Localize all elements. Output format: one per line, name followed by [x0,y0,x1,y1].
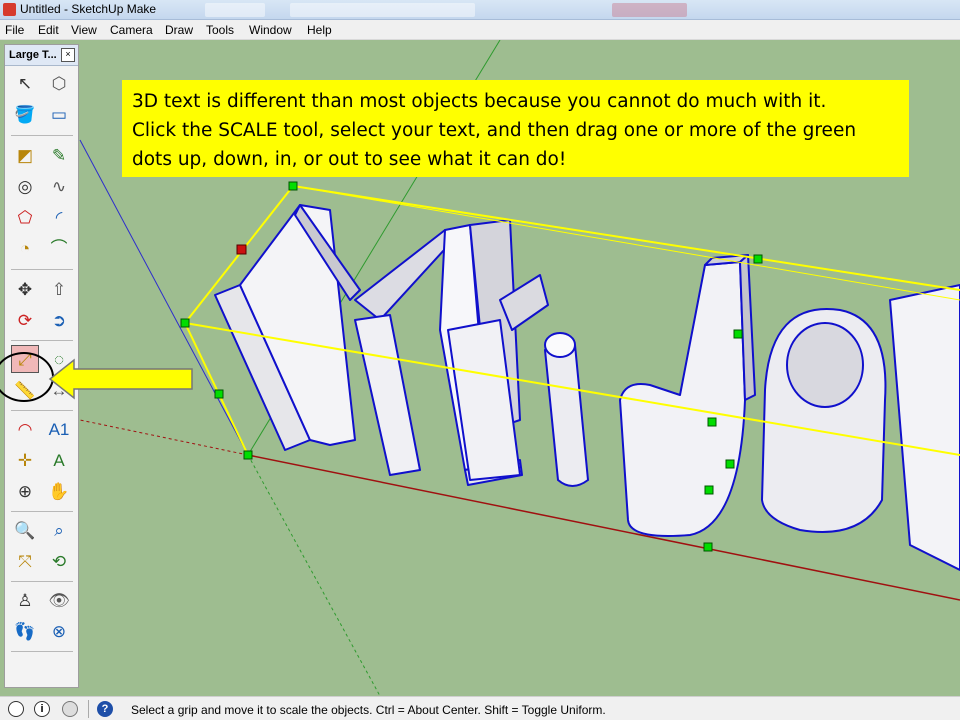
pie-tool-icon[interactable]: ◔ [11,234,39,262]
rectangle-tool-icon[interactable]: ◩ [11,141,39,169]
rotate-tool-icon[interactable]: ⟳ [11,306,39,334]
menu-bar: File Edit View Camera Draw Tools Window … [0,20,960,40]
position-camera-tool-icon[interactable]: ♙ [11,586,39,614]
push-pull-tool-icon[interactable]: ⇧ [45,275,73,303]
menu-tools[interactable]: Tools [206,23,234,37]
palette-separator [11,269,73,270]
palette-separator [11,511,73,512]
follow-me-tool-icon[interactable]: ➲ [45,306,73,334]
pan-tool-icon[interactable]: ✋ [45,477,73,505]
user-icon[interactable] [62,701,78,717]
walk-tool-icon[interactable]: 👣 [11,617,39,645]
active-grip-red[interactable] [236,244,247,255]
palette-separator [11,135,73,136]
line-tool-icon[interactable]: ✎ [45,141,73,169]
protractor-tool-icon[interactable]: ◠ [11,415,39,443]
blurred-taskbar-region [205,3,265,17]
text-tool-icon[interactable]: A1 [45,415,73,443]
move-tool-icon[interactable]: ✥ [11,275,39,303]
polygon-tool-icon[interactable]: ⬠ [11,203,39,231]
instruction-callout: 3D text is different than most objects b… [122,80,909,177]
menu-view[interactable]: View [71,23,97,37]
geo-location-icon[interactable] [8,701,24,717]
make-component-tool-icon[interactable]: ⬡ [45,69,73,97]
menu-help[interactable]: Help [307,23,332,37]
section-plane-tool-icon[interactable]: ⊗ [45,617,73,645]
select-tool-icon[interactable]: ↖ [11,69,39,97]
axes-tool-icon[interactable]: ✛ [11,446,39,474]
menu-edit[interactable]: Edit [38,23,59,37]
blurred-taskbar-region [290,3,475,17]
red-axis-dashed [79,419,249,456]
zoom-extents-tool-icon[interactable]: ⤧ [11,547,39,575]
menu-camera[interactable]: Camera [110,23,153,37]
menu-file[interactable]: File [5,23,24,37]
pointer-arrow-icon [48,358,193,400]
palette-title-bar: Large T... × [5,45,78,66]
title-bar: Untitled - SketchUp Make [0,0,960,20]
3d-letter-h[interactable] [889,284,960,571]
palette-close-icon[interactable]: × [61,48,75,62]
zoom-window-tool-icon[interactable]: ⌕ [45,516,73,544]
3d-letter-o[interactable] [760,308,887,533]
palette-separator [11,410,73,411]
window-title: Untitled - SketchUp Make [20,2,157,16]
paint-bucket-tool-icon[interactable]: 🪣 [11,100,39,128]
circle-tool-icon[interactable]: ◎ [11,172,39,200]
previous-view-tool-icon[interactable]: ⟲ [45,547,73,575]
freehand-tool-icon[interactable]: ∿ [45,172,73,200]
callout-line-3: dots up, down, in, or out to see what it… [132,149,567,170]
orbit-tool-icon[interactable]: ⊕ [11,477,39,505]
menu-window[interactable]: Window [249,23,292,37]
palette-title: Large T... [9,49,57,61]
callout-line-2: Click the SCALE tool, select your text, … [132,120,857,141]
3d-letter-j[interactable] [619,254,756,537]
blurred-taskbar-region [612,3,687,17]
status-message: Select a grip and move it to scale the o… [131,703,606,717]
menu-draw[interactable]: Draw [165,23,193,37]
3d-period[interactable] [543,332,590,487]
eraser-tool-icon[interactable]: ▭ [45,100,73,128]
callout-line-1: 3D text is different than most objects b… [132,91,827,112]
palette-separator [11,651,73,652]
status-bar: i ? Select a grip and move it to scale t… [0,696,960,720]
two-point-arc-tool-icon[interactable]: ⌒ [45,234,73,262]
status-divider [88,700,89,718]
3d-text-tool-icon[interactable]: A [45,446,73,474]
palette-separator [11,581,73,582]
info-icon[interactable]: i [34,701,50,717]
help-icon[interactable]: ? [97,701,113,717]
arc-tool-icon[interactable]: ◜ [45,203,73,231]
sketchup-app-icon [3,3,16,16]
palette-separator [11,340,73,341]
green-axis-dashed [247,454,381,696]
zoom-tool-icon[interactable]: 🔍 [11,516,39,544]
look-around-tool-icon[interactable]: 👁 [45,586,73,614]
